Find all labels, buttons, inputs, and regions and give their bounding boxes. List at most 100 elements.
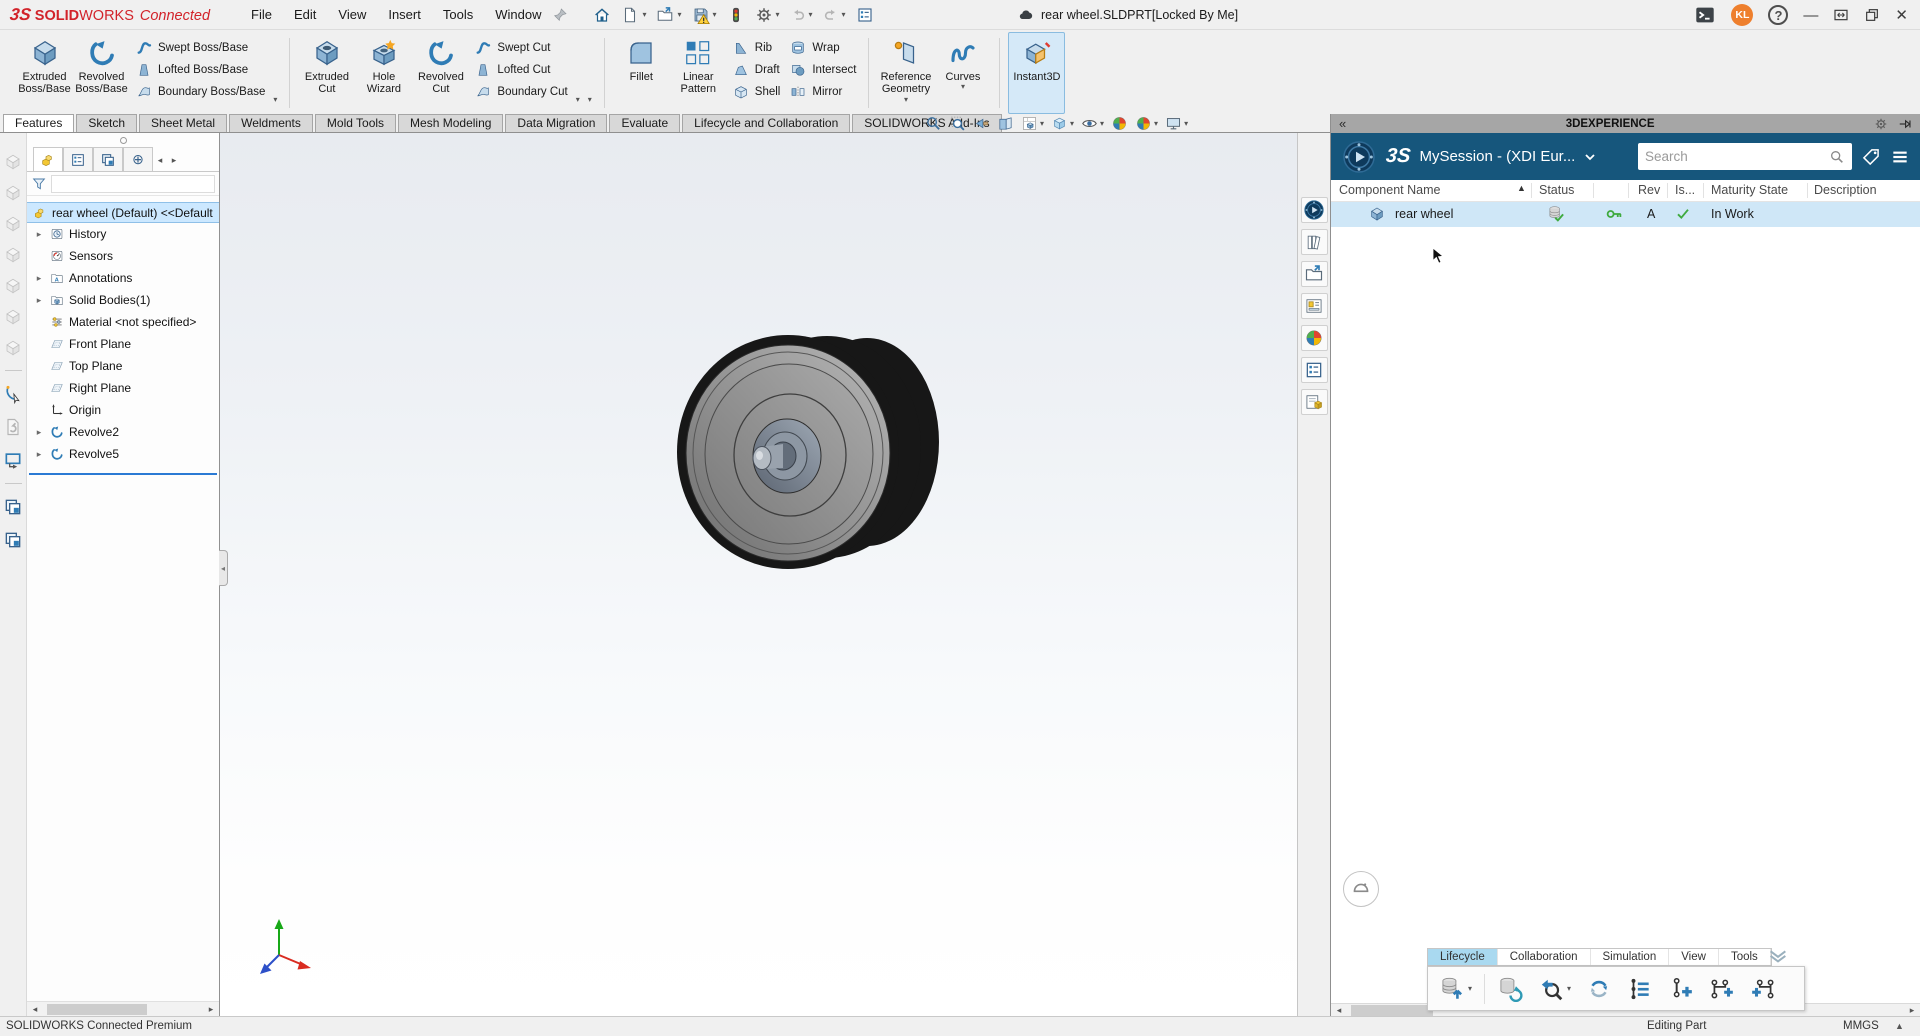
units-caret-icon[interactable]: ▲: [1895, 1021, 1904, 1031]
revolved-cut-button[interactable]: Revolved Cut: [412, 32, 469, 114]
menu-view[interactable]: View: [327, 3, 377, 26]
tree-root-part[interactable]: rear wheel (Default) <<Default: [27, 202, 219, 223]
scroll-right-arrow[interactable]: ▸: [1904, 1005, 1920, 1016]
collapse-panel-button[interactable]: «: [1339, 117, 1346, 130]
boundary-boss-base-button[interactable]: Boundary Boss/Base: [136, 83, 265, 101]
rear-wheel-3d-model[interactable]: [675, 332, 945, 577]
tab-mold-tools[interactable]: Mold Tools: [315, 114, 396, 132]
tree-item-origin[interactable]: Origin: [27, 399, 219, 421]
mirror-button[interactable]: Mirror: [790, 83, 856, 101]
panel-grab-handle[interactable]: [120, 137, 127, 144]
assistant-chat-button[interactable]: [1343, 871, 1379, 907]
save-to-3dexperience-button[interactable]: ▾: [1436, 974, 1475, 1004]
tree-item-revolve2[interactable]: ▸Revolve2: [27, 421, 219, 443]
component-row-rear-wheel[interactable]: rear wheel A In Work: [1331, 202, 1920, 227]
tag-icon[interactable]: [1861, 147, 1881, 167]
update-compare-button[interactable]: [1583, 974, 1615, 1004]
open-button[interactable]: ▾: [653, 4, 684, 26]
sort-ascending-icon[interactable]: ▲: [1517, 183, 1526, 193]
expand-arrow-icon[interactable]: ▸: [33, 427, 45, 438]
tab-mesh-modeling[interactable]: Mesh Modeling: [398, 114, 503, 132]
column-rev[interactable]: Rev: [1638, 183, 1660, 197]
dock-panels-icon[interactable]: [1833, 7, 1849, 23]
filter-funnel-icon[interactable]: [31, 176, 47, 192]
edit-document-icon[interactable]: [3, 417, 23, 437]
expand-arrow-icon[interactable]: ▸: [33, 229, 45, 240]
orientation-cube-icon[interactable]: [4, 277, 22, 295]
linear-pattern-button[interactable]: Linear Pattern: [670, 32, 727, 114]
zoom-to-area-button[interactable]: [949, 115, 966, 132]
cut-flyout-button-2[interactable]: ▾: [584, 32, 596, 114]
rib-button[interactable]: Rib: [733, 39, 781, 57]
extruded-boss-base-button[interactable]: Extruded Boss/Base: [16, 32, 73, 114]
session-selector[interactable]: MySession - (XDI Eur...: [1419, 148, 1575, 165]
insert-existing-revision-button[interactable]: [1706, 974, 1738, 1004]
reference-geometry-button[interactable]: Reference Geometry▾: [877, 32, 934, 114]
intersect-button[interactable]: Intersect: [790, 61, 856, 79]
tab-sketch[interactable]: Sketch: [76, 114, 137, 132]
hole-wizard-button[interactable]: Hole Wizard: [355, 32, 412, 114]
display-manager-tab[interactable]: ⊕: [123, 147, 153, 171]
scroll-thumb[interactable]: [47, 1004, 147, 1015]
hide-show-items-button[interactable]: ▾: [1081, 115, 1104, 132]
tree-item-front-plane[interactable]: Front Plane: [27, 333, 219, 355]
units-selector[interactable]: MMGS: [1843, 1020, 1879, 1032]
graphics-viewport[interactable]: [220, 133, 1297, 1016]
home-button[interactable]: [590, 4, 614, 26]
orientation-cube-icon[interactable]: [4, 184, 22, 202]
chevron-down-icon[interactable]: ▾: [904, 96, 908, 104]
section-view-button[interactable]: [997, 115, 1014, 132]
sketch-tool-icon[interactable]: [3, 384, 23, 404]
column-maturity-state[interactable]: Maturity State: [1711, 183, 1788, 197]
wrap-button[interactable]: Wrap: [790, 39, 856, 57]
minimize-button[interactable]: —: [1803, 8, 1818, 23]
chevron-down-icon[interactable]: ▾: [809, 11, 813, 19]
shell-button[interactable]: Shell: [733, 83, 781, 101]
snapshot-layers-icon[interactable]: [3, 530, 23, 550]
3dexperience-compass-icon[interactable]: [1341, 139, 1377, 175]
expand-arrow-icon[interactable]: ▸: [33, 449, 45, 460]
scroll-left-arrow[interactable]: ◂: [1331, 1005, 1347, 1016]
tab-data-migration[interactable]: Data Migration: [505, 114, 607, 132]
restore-button[interactable]: [1864, 7, 1880, 23]
tab-scroll-left[interactable]: ◂: [153, 149, 167, 171]
apply-scene-button[interactable]: ▾: [1135, 115, 1158, 132]
search-input[interactable]: [1645, 149, 1823, 164]
user-avatar[interactable]: KL: [1731, 4, 1753, 26]
tree-item-material[interactable]: Material <not specified>: [27, 311, 219, 333]
dock-tab-view[interactable]: View: [1669, 949, 1719, 965]
menu-window[interactable]: Window: [484, 3, 552, 26]
lofted-boss-base-button[interactable]: Lofted Boss/Base: [136, 61, 265, 79]
help-button[interactable]: ?: [1768, 5, 1788, 25]
explore-button[interactable]: ▾: [1535, 974, 1574, 1004]
orientation-cube-icon[interactable]: [4, 215, 22, 233]
scroll-left-arrow[interactable]: ◂: [27, 1004, 43, 1015]
close-button[interactable]: ✕: [1895, 8, 1908, 23]
chevron-down-icon[interactable]: ▾: [713, 11, 717, 19]
property-manager-tab[interactable]: [63, 147, 93, 171]
extruded-cut-button[interactable]: Extruded Cut: [298, 32, 355, 114]
tab-lifecycle-collaboration[interactable]: Lifecycle and Collaboration: [682, 114, 850, 132]
tab-scroll-right[interactable]: ▸: [167, 149, 181, 171]
tree-filter-input[interactable]: [51, 175, 215, 193]
design-library-tab[interactable]: [1301, 229, 1328, 255]
feature-manager-tab[interactable]: [33, 147, 63, 171]
orientation-cube-icon[interactable]: [4, 308, 22, 326]
document-review-tab[interactable]: [1301, 389, 1328, 415]
revolved-boss-base-button[interactable]: Revolved Boss/Base: [73, 32, 130, 114]
orientation-cube-icon[interactable]: [4, 339, 22, 357]
favorites-icon[interactable]: [1767, 944, 1789, 966]
hamburger-menu-icon[interactable]: [1890, 147, 1910, 167]
new-document-button[interactable]: ▾: [618, 4, 649, 26]
fillet-button[interactable]: Fillet: [613, 32, 670, 114]
3dexperience-compass-tab[interactable]: [1301, 197, 1328, 223]
appearances-scenes-tab[interactable]: [1301, 325, 1328, 351]
chevron-down-icon[interactable]: ▾: [642, 11, 646, 19]
menu-edit[interactable]: Edit: [283, 3, 327, 26]
insert-new-item-button[interactable]: [1665, 974, 1697, 1004]
lofted-cut-button[interactable]: Lofted Cut: [475, 61, 567, 79]
column-status[interactable]: Status: [1539, 183, 1574, 197]
menu-insert[interactable]: Insert: [377, 3, 432, 26]
undo-button[interactable]: ▾: [787, 5, 816, 25]
expand-arrow-icon[interactable]: ▸: [33, 295, 45, 306]
